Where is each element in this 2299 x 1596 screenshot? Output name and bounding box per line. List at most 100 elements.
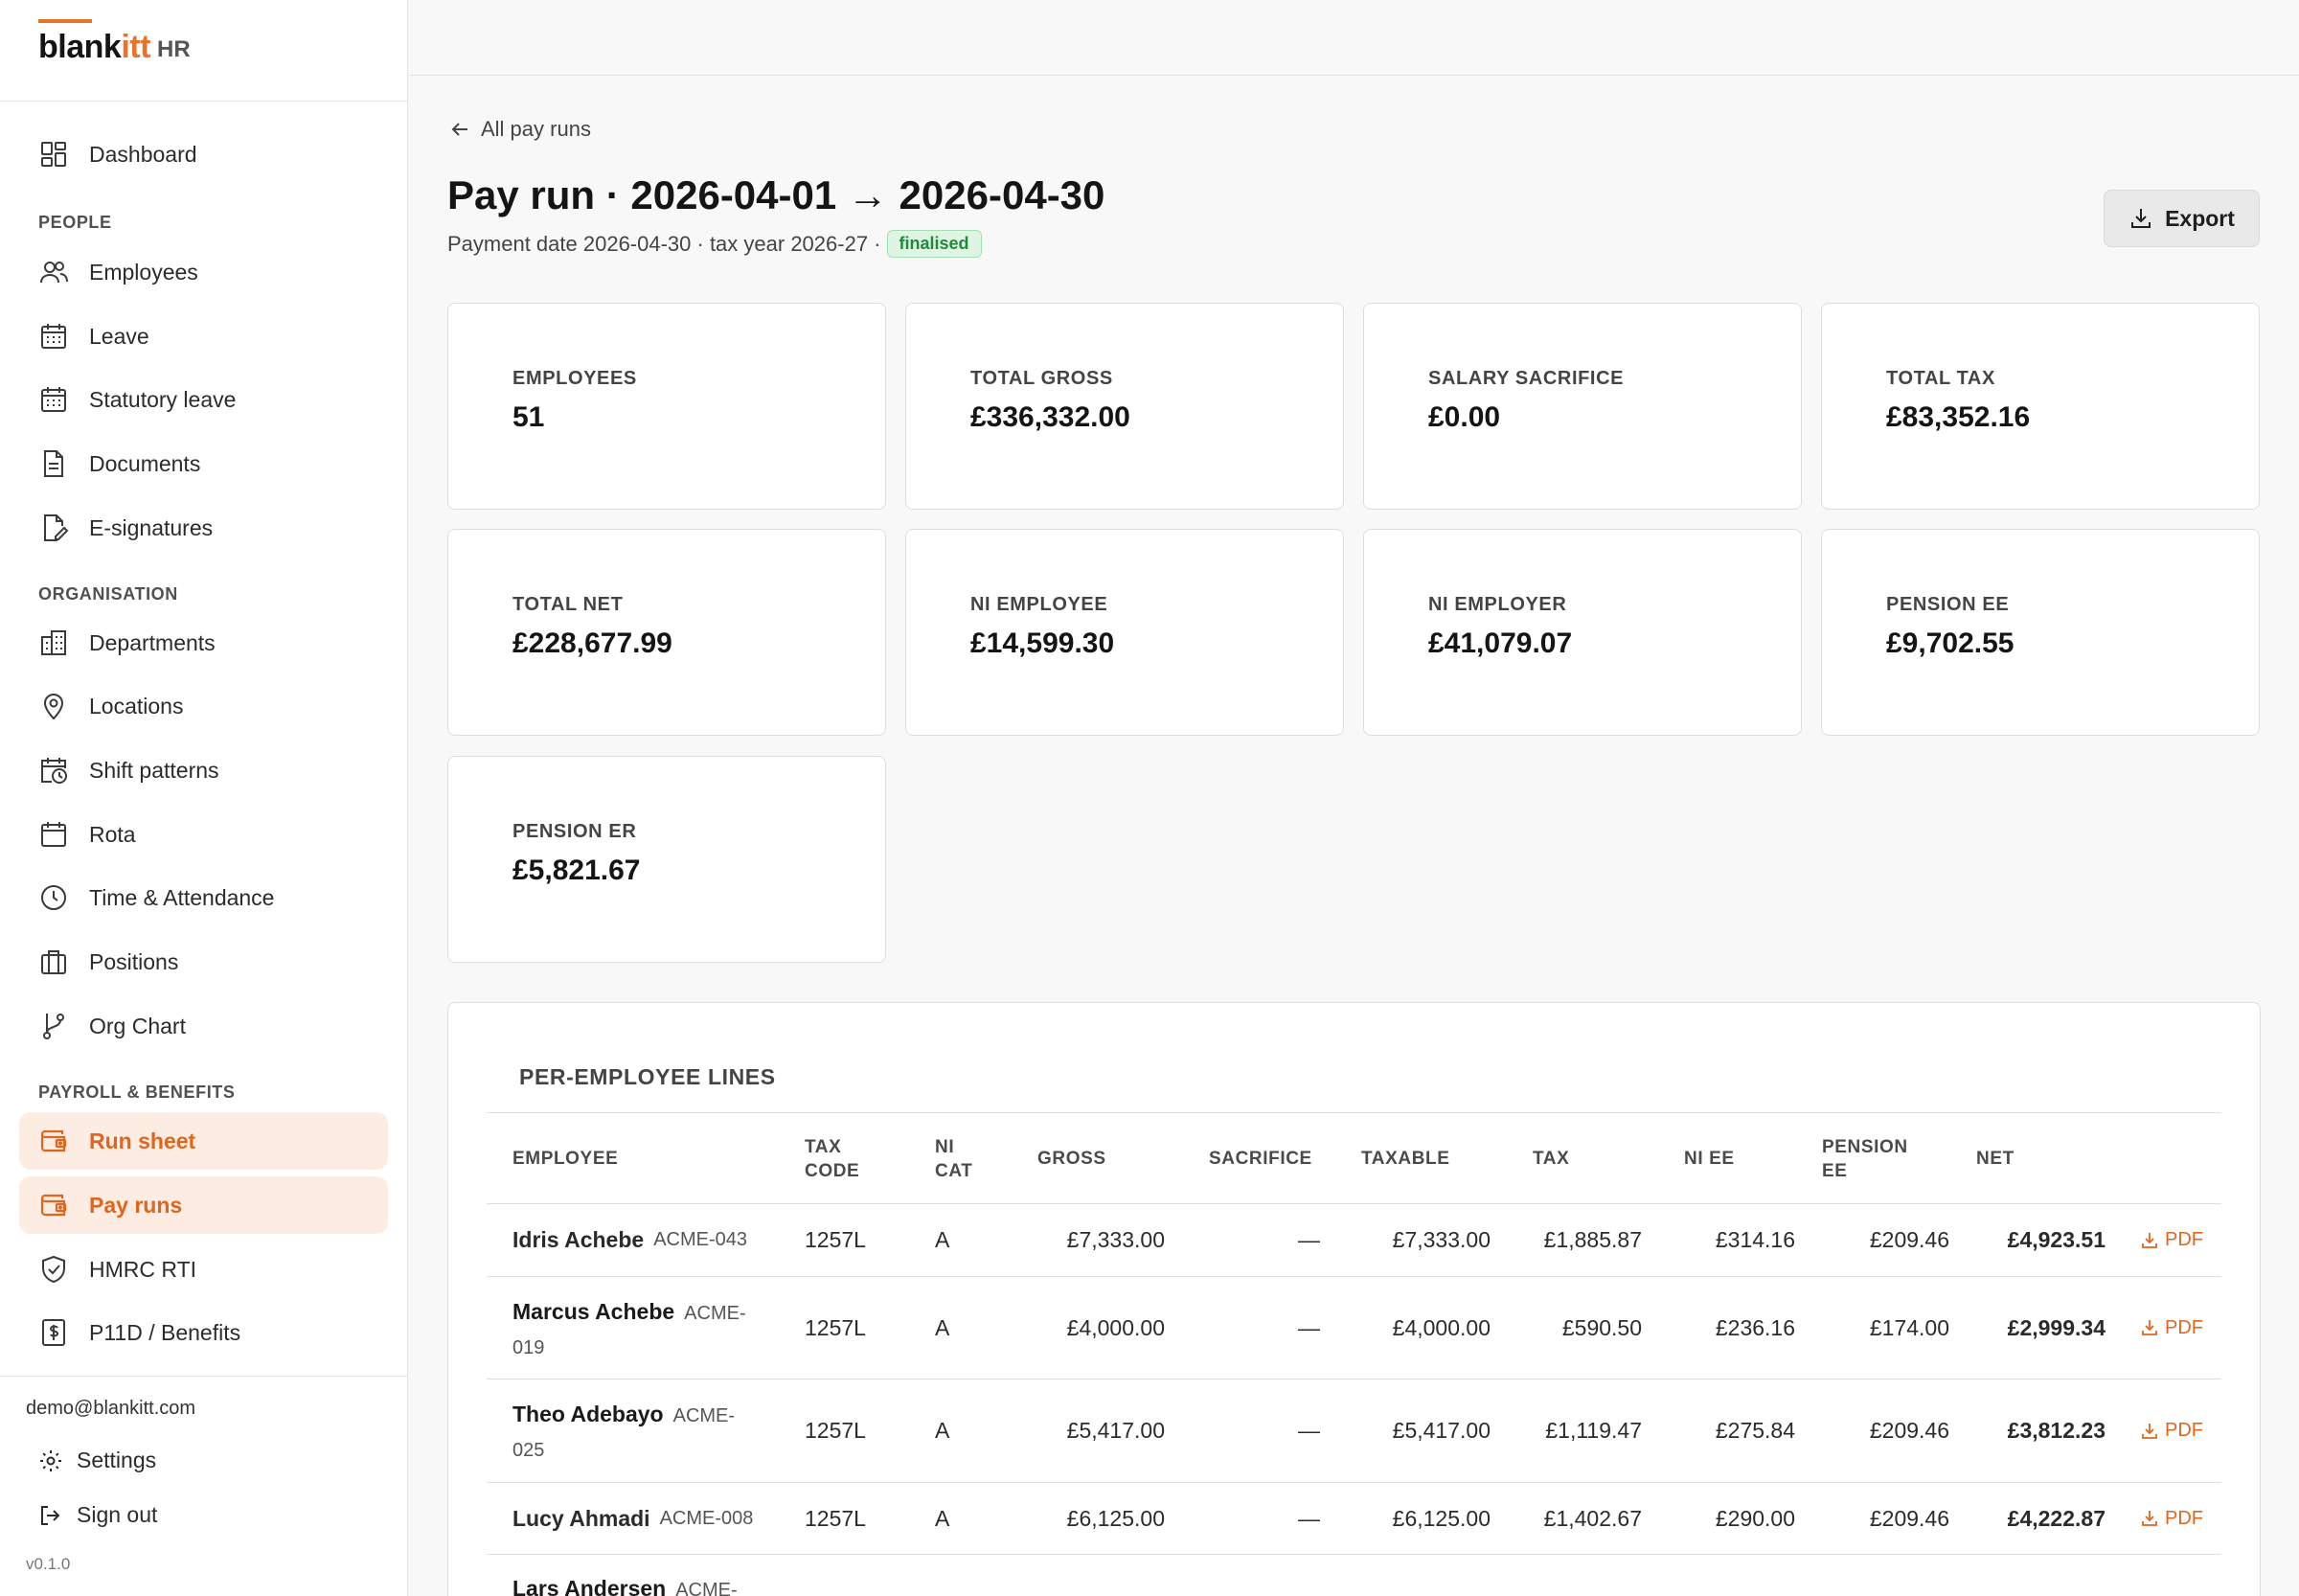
settings-label: Settings xyxy=(77,1448,157,1472)
col-tax-code: TAX CODE xyxy=(805,1136,860,1181)
stat-label: TOTAL TAX xyxy=(1886,368,1995,389)
stat-value: £5,821.67 xyxy=(512,855,641,886)
sidebar-item-hmrc-rti[interactable]: HMRC RTI xyxy=(19,1241,388,1298)
taxable-cell: £4,000.00 xyxy=(1392,1314,1491,1340)
net-cell: £2,999.34 xyxy=(2007,1314,2106,1340)
employee-name: Lucy Ahmadi xyxy=(512,1505,650,1531)
stat-value: £41,079.07 xyxy=(1428,627,1573,659)
brand[interactable]: blankitt HR xyxy=(0,0,407,102)
sidebar-item-positions[interactable]: Positions xyxy=(19,933,388,991)
sidebar-item-run-sheet[interactable]: Run sheet xyxy=(19,1112,388,1170)
sidebar-item-rota[interactable]: Rota xyxy=(19,806,388,863)
col-sacrifice: SACRIFICE xyxy=(1209,1149,1312,1169)
stat-label: TOTAL NET xyxy=(512,594,624,615)
employee-code: ACME-008 xyxy=(659,1507,754,1529)
dashboard-grid-icon xyxy=(38,139,69,170)
employee-cell: Idris Achebe ACME-043 xyxy=(512,1204,790,1276)
settings-link[interactable]: Settings xyxy=(38,1448,156,1473)
sacrifice-cell: — xyxy=(1298,1505,1320,1531)
net-cell: £4,923.51 xyxy=(2007,1227,2106,1252)
nav-section-organisation: ORGANISATION xyxy=(38,584,178,604)
ni-cat-cell: A xyxy=(935,1314,950,1340)
taxable-cell: £7,333.00 xyxy=(1392,1227,1491,1252)
sacrifice-cell: — xyxy=(1298,1418,1320,1443)
sidebar-item-dashboard[interactable]: Dashboard xyxy=(19,125,388,183)
stat-card-total-net: TOTAL NET £228,677.99 xyxy=(447,529,886,736)
sidebar-item-label: Locations xyxy=(89,693,184,718)
back-to-pay-runs-link[interactable]: All pay runs xyxy=(448,117,591,142)
stat-card-total-gross: TOTAL GROSS £336,332.00 xyxy=(905,303,1344,510)
building-icon xyxy=(38,627,69,658)
employee-name: Marcus Achebe xyxy=(512,1299,675,1324)
sacrifice-cell: — xyxy=(1298,1314,1320,1340)
sidebar-item-leave[interactable]: Leave xyxy=(19,308,388,365)
tax-code-cell: 1257L xyxy=(805,1227,866,1252)
table-row[interactable]: Lucy Ahmadi ACME-008 1257L A £6,125.00 — … xyxy=(487,1483,2221,1555)
sidebar-item-p11d[interactable]: P11D / Benefits xyxy=(19,1304,388,1361)
sidebar-item-label: Leave xyxy=(89,323,149,349)
sidebar-item-shift-patterns[interactable]: Shift patterns xyxy=(19,741,388,799)
tax-code-cell: 1257L xyxy=(805,1314,866,1340)
table-row[interactable]: Marcus Achebe ACME-019 1257L A £4,000.00 … xyxy=(487,1277,2221,1379)
stat-label: TOTAL GROSS xyxy=(970,368,1113,389)
download-icon xyxy=(2128,206,2153,231)
sidebar-item-label: Dashboard xyxy=(89,141,197,167)
wallet-icon xyxy=(38,1126,69,1156)
sign-out-link[interactable]: Sign out xyxy=(38,1502,157,1528)
user-email: demo@blankitt.com xyxy=(26,1398,196,1419)
stat-label: NI EMPLOYEE xyxy=(970,594,1108,615)
per-employee-lines-panel: PER-EMPLOYEE LINES EMPLOYEE TAX CODE NI CA… xyxy=(447,1002,2261,1596)
sacrifice-cell: — xyxy=(1298,1227,1320,1252)
lines-panel-title: PER-EMPLOYEE LINES xyxy=(519,1064,776,1089)
sidebar-item-esignatures[interactable]: E-signatures xyxy=(19,499,388,557)
ni-ee-cell: £275.84 xyxy=(1715,1418,1795,1443)
export-label: Export xyxy=(2165,205,2235,231)
payslip-pdf-link[interactable]: PDF xyxy=(2140,1483,2203,1554)
employee-cell: Marcus Achebe ACME-019 xyxy=(512,1295,752,1364)
employee-name: Theo Adebayo xyxy=(512,1402,664,1426)
sidebar-item-employees[interactable]: Employees xyxy=(19,243,388,301)
gross-cell: £6,125.00 xyxy=(1066,1505,1165,1531)
sidebar-item-documents[interactable]: Documents xyxy=(19,435,388,492)
sidebar: blankitt HR Dashboard PEOPLE Employees L… xyxy=(0,0,408,1596)
sidebar-item-pay-runs[interactable]: Pay runs xyxy=(19,1176,388,1234)
tax-cell: £590.50 xyxy=(1561,1314,1642,1340)
signature-document-icon xyxy=(38,513,69,543)
sidebar-item-time-attendance[interactable]: Time & Attendance xyxy=(19,869,388,926)
map-pin-icon xyxy=(38,691,69,721)
stat-label: EMPLOYEES xyxy=(512,368,637,389)
sidebar-item-locations[interactable]: Locations xyxy=(19,677,388,735)
tax-cell: £1,885.87 xyxy=(1543,1227,1642,1252)
app-version: v0.1.0 xyxy=(26,1555,71,1573)
stat-value: £14,599.30 xyxy=(970,627,1115,659)
col-gross: GROSS xyxy=(1037,1149,1106,1169)
payslip-pdf-link[interactable]: PDF xyxy=(2140,1204,2203,1276)
export-button[interactable]: Export xyxy=(2104,190,2260,247)
payslip-pdf-link[interactable]: PDF xyxy=(2140,1277,2203,1379)
tax-cell: £1,119.47 xyxy=(1545,1418,1642,1443)
arrow-left-icon xyxy=(448,118,471,141)
sidebar-item-label: Departments xyxy=(89,629,216,655)
table-row[interactable]: Idris Achebe ACME-043 1257L A £7,333.00 —… xyxy=(487,1204,2221,1277)
sidebar-item-label: Positions xyxy=(89,948,179,974)
stat-card-ni-employee: NI EMPLOYEE £14,599.30 xyxy=(905,529,1344,736)
tax-cell: £1,402.67 xyxy=(1543,1505,1642,1531)
ni-cat-cell: A xyxy=(935,1227,950,1252)
clock-icon xyxy=(38,882,69,913)
sidebar-item-label: Employees xyxy=(89,259,198,285)
sidebar-item-departments[interactable]: Departments xyxy=(19,614,388,672)
table-row[interactable]: Theo Adebayo ACME-025 1257L A £5,417.00 —… xyxy=(487,1379,2221,1483)
gross-cell: £7,333.00 xyxy=(1066,1227,1165,1252)
stat-card-total-tax: TOTAL TAX £83,352.16 xyxy=(1821,303,2260,510)
stat-label: PENSION EE xyxy=(1886,594,2010,615)
col-ni-cat: NI CAT xyxy=(935,1136,973,1181)
employee-code: ACME-043 xyxy=(653,1229,748,1250)
table-row[interactable]: Lars Andersen ACME- xyxy=(487,1555,2221,1596)
sidebar-item-statutory-leave[interactable]: Statutory leave xyxy=(19,371,388,428)
sidebar-item-org-chart[interactable]: Org Chart xyxy=(19,997,388,1055)
sidebar-item-label: Pay runs xyxy=(89,1192,183,1218)
payslip-pdf-link[interactable]: PDF xyxy=(2140,1379,2203,1482)
net-cell: £4,222.87 xyxy=(2007,1505,2106,1531)
stat-value: £336,332.00 xyxy=(970,401,1130,433)
sign-out-label: Sign out xyxy=(77,1502,158,1527)
